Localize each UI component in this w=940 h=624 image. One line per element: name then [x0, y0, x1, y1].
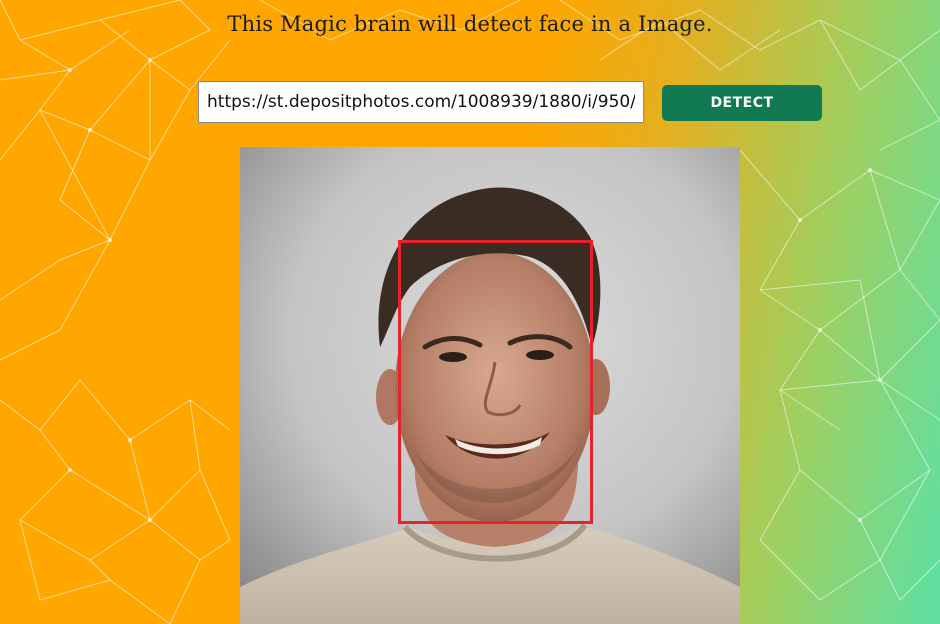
detect-button[interactable]: DETECT	[662, 85, 822, 121]
image-url-input[interactable]	[198, 81, 644, 123]
face-bounding-box	[398, 240, 593, 524]
page-title: This Magic brain will detect face in a I…	[227, 12, 713, 36]
